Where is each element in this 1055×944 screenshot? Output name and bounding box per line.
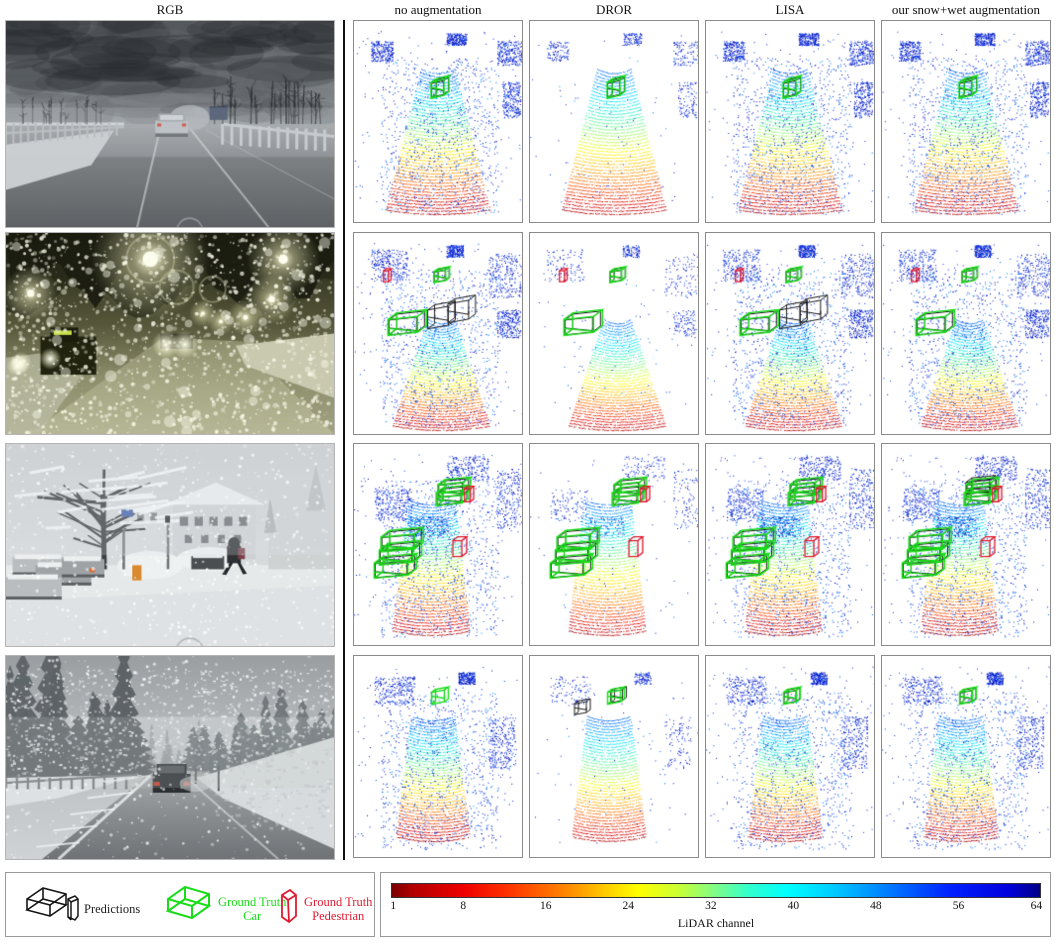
column-title-ours: our snow+wet augmentation	[880, 2, 1052, 18]
lidar-panel-row4-no-augmentation	[353, 655, 523, 858]
legend-label-gt-ped-line1: Ground Truth	[304, 894, 373, 909]
column-title-rgb: RGB	[5, 2, 335, 18]
ground-truth-car-box-icon	[164, 883, 214, 934]
qualitative-results-figure: RGB no augmentation DROR LISA our snow+w…	[0, 0, 1055, 944]
rgb-image-row1	[5, 20, 335, 228]
legend-item-gt-car: Ground Truth Car	[164, 883, 286, 934]
column-title-rgb-text: RGB	[156, 2, 184, 17]
colorbar-gradient	[391, 883, 1041, 898]
colorbar-tick-1: 1	[390, 900, 397, 912]
colorbar-tick-8: 8	[460, 900, 467, 912]
lidar-panel-row3-dror	[529, 443, 699, 646]
colorbar-tick-64: 64	[1030, 900, 1043, 912]
legend-label-gt-ped-line2: Pedestrian	[312, 908, 365, 923]
legend-label-gt-car: Ground Truth Car	[218, 895, 286, 923]
lidar-panel-row1-dror	[529, 20, 699, 223]
rgb-image-row2	[5, 232, 335, 435]
ground-truth-pedestrian-box-icon	[278, 883, 300, 934]
lidar-panel-row4-ours	[881, 655, 1051, 858]
colorbar-tick-24: 24	[622, 900, 635, 912]
lidar-panel-row1-no-augmentation	[353, 20, 523, 223]
lidar-panel-row2-dror	[529, 232, 699, 435]
legend-panel: Predictions Ground Truth Car Ground Trut…	[5, 872, 375, 937]
colorbar-tick-32: 32	[705, 900, 717, 912]
colorbar-tick-56: 56	[952, 900, 965, 912]
lidar-panel-row1-lisa	[705, 20, 875, 223]
colorbar-tick-labels: 1 8 16 24 32 40 48 56 64	[390, 900, 1043, 914]
column-title-lisa-text: LISA	[775, 2, 805, 17]
lidar-panel-row4-lisa	[705, 655, 875, 858]
legend-label-predictions: Predictions	[84, 901, 141, 916]
legend-label-gt-car-line1: Ground Truth	[218, 894, 287, 909]
lidar-panel-row1-ours	[881, 20, 1051, 223]
lidar-panel-row2-ours	[881, 232, 1051, 435]
lidar-panel-row3-ours	[881, 443, 1051, 646]
lidar-panel-row4-dror	[529, 655, 699, 858]
colorbar: 1 8 16 24 32 40 48 56 64 LiDAR channel	[390, 883, 1043, 933]
rgb-image-row4	[5, 655, 335, 860]
colorbar-axis-label: LiDAR channel	[677, 916, 755, 930]
column-title-no-augmentation-text: no augmentation	[394, 2, 482, 17]
column-title-dror: DROR	[529, 2, 699, 18]
legend-item-gt-pedestrian: Ground Truth Pedestrian	[278, 883, 372, 934]
lidar-panel-row3-lisa	[705, 443, 875, 646]
legend-item-predictions: Predictions	[24, 883, 140, 934]
rgb-lidar-divider	[343, 20, 345, 860]
lidar-panel-row3-no-augmentation	[353, 443, 523, 646]
colorbar-tick-16: 16	[540, 900, 552, 912]
column-title-lisa: LISA	[705, 2, 875, 18]
column-title-ours-text: our snow+wet augmentation	[891, 2, 1041, 17]
colorbar-tick-48: 48	[870, 900, 882, 912]
lidar-panel-row2-lisa	[705, 232, 875, 435]
column-title-dror-text: DROR	[595, 2, 633, 17]
legend-label-gt-car-line2: Car	[243, 908, 262, 923]
colorbar-panel: 1 8 16 24 32 40 48 56 64 LiDAR channel	[380, 872, 1051, 937]
rgb-image-row3	[5, 443, 335, 647]
prediction-box-icon	[24, 883, 80, 934]
legend-label-gt-pedestrian: Ground Truth Pedestrian	[304, 895, 372, 923]
column-title-no-augmentation: no augmentation	[353, 2, 523, 18]
lidar-panel-row2-no-augmentation	[353, 232, 523, 435]
colorbar-tick-40: 40	[787, 900, 800, 912]
